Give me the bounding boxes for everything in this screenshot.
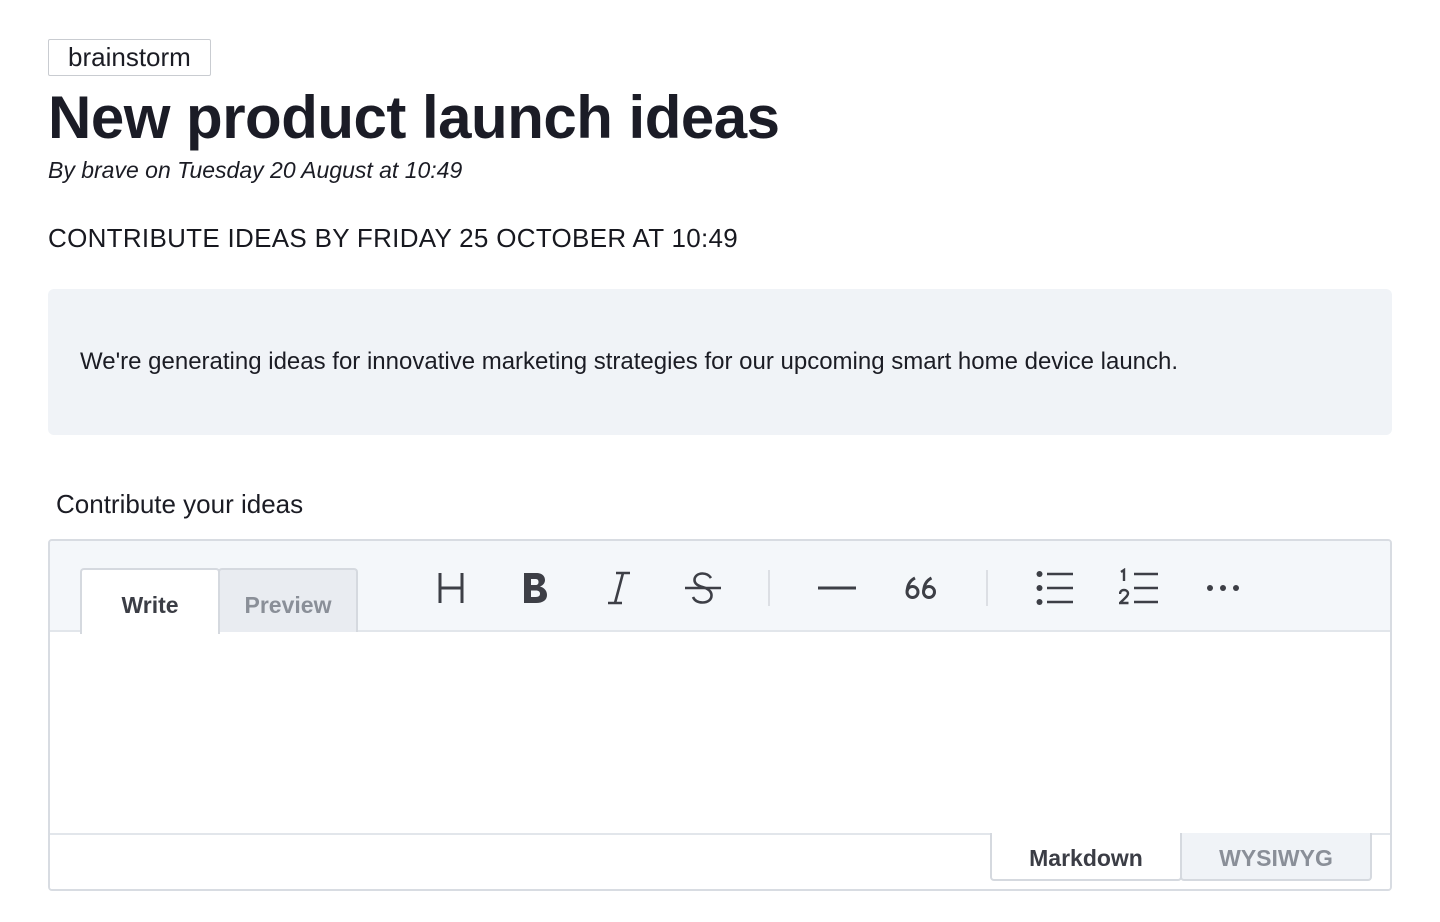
tab-write[interactable]: Write (80, 568, 220, 634)
horizontal-rule-icon[interactable] (812, 561, 862, 615)
ideas-textarea[interactable] (50, 632, 1390, 834)
editor-toolbar: Write Preview (50, 541, 1390, 634)
more-icon[interactable] (1198, 561, 1248, 615)
strikethrough-icon[interactable] (678, 561, 728, 615)
mode-wysiwyg-tab[interactable]: WYSIWYG (1180, 833, 1372, 881)
description-text: We're generating ideas for innovative ma… (80, 348, 1179, 375)
quote-icon[interactable] (896, 561, 946, 615)
tab-preview[interactable]: Preview (218, 568, 358, 634)
page-title: New product launch ideas (48, 84, 780, 151)
brainstorm-page: brainstorm New product launch ideas By b… (0, 0, 1440, 922)
mode-markdown-tab[interactable]: Markdown (990, 833, 1182, 881)
toolbar-divider (986, 570, 988, 606)
numbered-list-icon[interactable] (1114, 561, 1164, 615)
bullet-list-icon[interactable] (1030, 561, 1080, 615)
description-panel: We're generating ideas for innovative ma… (48, 289, 1392, 435)
category-tag: brainstorm (48, 39, 211, 76)
italic-icon[interactable] (594, 561, 644, 615)
bold-icon[interactable] (510, 561, 560, 615)
deadline-text: CONTRIBUTE IDEAS BY FRIDAY 25 OCTOBER AT… (48, 223, 739, 253)
heading-icon[interactable] (426, 561, 476, 615)
toolbar-divider (768, 570, 770, 606)
contribute-label: Contribute your ideas (56, 489, 304, 519)
editor-mode-switch: Markdown WYSIWYG (50, 833, 1390, 889)
author-byline: By brave on Tuesday 20 August at 10:49 (48, 157, 463, 183)
markdown-editor: Write Preview Markdown WYSIWYG (48, 539, 1392, 891)
